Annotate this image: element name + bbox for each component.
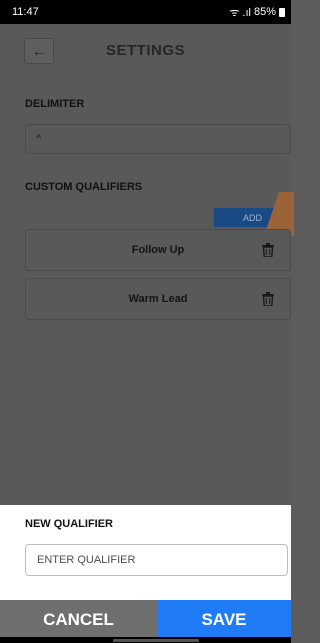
page-title: SETTINGS — [105, 42, 185, 59]
qualifier-item-follow-up[interactable]: Follow Up — [25, 229, 291, 271]
delimiter-value: ^ — [36, 133, 42, 145]
footer-actions: CANCEL SAVE — [0, 600, 291, 640]
qualifier-name: Follow Up — [131, 244, 185, 256]
delimiter-input[interactable]: ^ — [25, 124, 291, 154]
status-bar: 11:47 ᯤ .ıl 85% — [0, 0, 291, 24]
home-indicator[interactable] — [113, 639, 199, 642]
trash-icon[interactable] — [262, 292, 274, 306]
cancel-button[interactable]: CANCEL — [0, 600, 157, 640]
header: ← SETTINGS — [0, 24, 291, 76]
status-time: 11:47 — [12, 6, 39, 18]
save-button[interactable]: SAVE — [157, 600, 291, 640]
battery-icon — [279, 7, 285, 17]
trash-icon[interactable] — [262, 243, 274, 257]
new-qualifier-input[interactable] — [25, 544, 288, 576]
battery-percent: 85% — [253, 6, 276, 18]
new-qualifier-label: NEW QUALIFIER — [25, 518, 113, 530]
new-qualifier-sheet: NEW QUALIFIER — [0, 505, 291, 600]
custom-qualifiers-label: CUSTOM QUALIFIERS — [25, 181, 143, 193]
qualifier-name: Warm Lead — [128, 293, 188, 305]
delimiter-label: DELIMITER — [25, 98, 85, 110]
qualifier-item-warm-lead[interactable]: Warm Lead — [25, 278, 291, 320]
signal-icon: ᯤ .ıl — [229, 6, 251, 19]
settings-screen: ← SETTINGS DELIMITER ^ CUSTOM QUALIFIERS… — [0, 24, 294, 505]
status-indicators: ᯤ .ıl 85% — [229, 5, 285, 20]
